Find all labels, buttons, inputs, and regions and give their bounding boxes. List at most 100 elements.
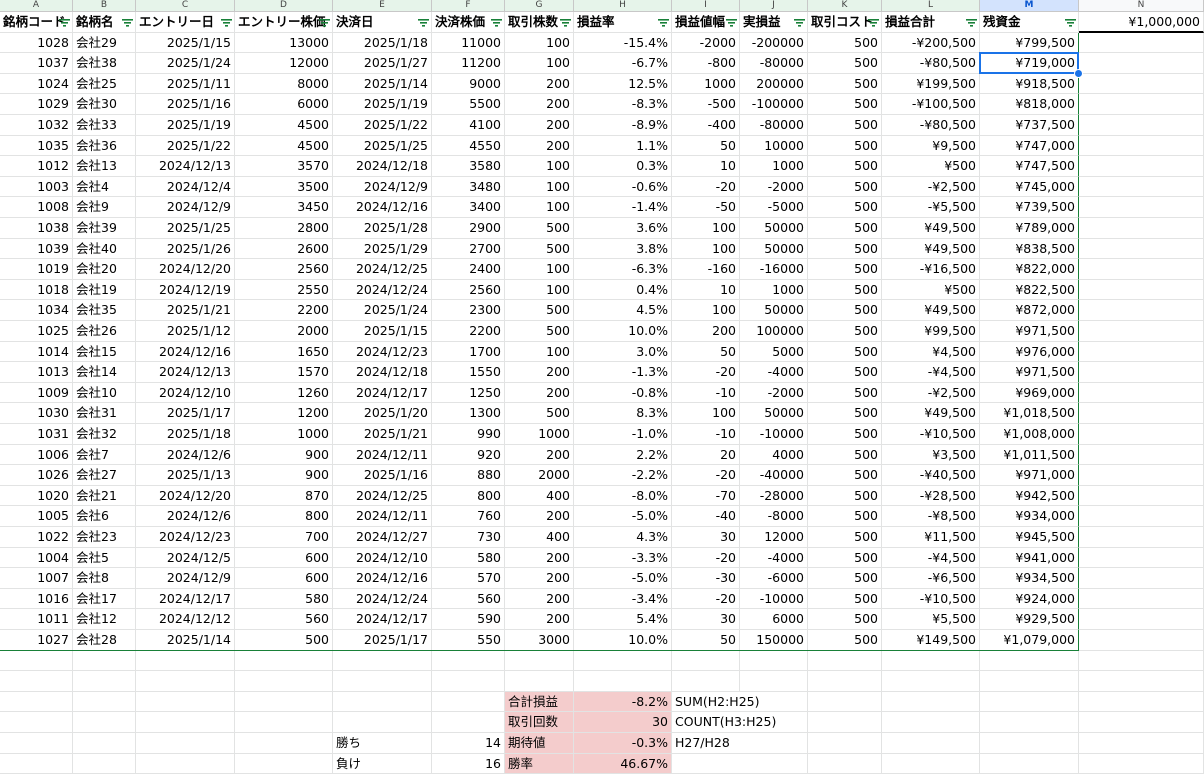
table-cell[interactable]: 500 [808, 547, 882, 569]
table-cell[interactable]: 2.2% [574, 444, 672, 466]
table-cell[interactable]: 会社28 [73, 630, 136, 651]
table-cell[interactable]: ¥918,500 [980, 73, 1079, 95]
table-cell[interactable]: 2400 [432, 259, 505, 280]
table-cell[interactable]: ¥747,000 [980, 135, 1079, 157]
table-cell[interactable]: 2025/1/19 [333, 94, 432, 115]
empty-cell[interactable] [980, 671, 1079, 692]
table-cell[interactable]: 2025/1/18 [333, 32, 432, 54]
summary-formula[interactable]: COUNT(H3:H25) [672, 712, 808, 733]
table-cell[interactable]: -3.3% [574, 547, 672, 569]
table-cell[interactable]: -0.6% [574, 176, 672, 198]
empty-cell[interactable] [73, 753, 136, 775]
table-cell[interactable]: 500 [808, 609, 882, 630]
table-cell[interactable]: -4000 [740, 362, 808, 383]
empty-cell[interactable] [235, 650, 333, 672]
table-cell[interactable]: ¥149,500 [882, 630, 980, 651]
summary-label[interactable]: 勝率 [505, 753, 574, 775]
filter-icon[interactable] [868, 18, 879, 27]
table-cell[interactable]: 2560 [235, 259, 333, 280]
table-cell[interactable]: 550 [432, 630, 505, 651]
empty-cell[interactable] [980, 712, 1079, 733]
table-header-K[interactable]: 取引コスト [808, 12, 882, 33]
table-cell[interactable]: 1028 [0, 32, 73, 54]
table-cell[interactable]: 1020 [0, 485, 73, 507]
empty-cell[interactable] [808, 753, 882, 775]
table-cell[interactable]: 2000 [235, 321, 333, 342]
table-cell[interactable]: -¥80,500 [882, 53, 980, 74]
table-cell[interactable]: -6000 [740, 568, 808, 589]
empty-cell[interactable] [0, 712, 73, 733]
table-header-I[interactable]: 損益値幅 [672, 12, 740, 33]
table-cell[interactable]: -80000 [740, 53, 808, 74]
empty-cell[interactable] [136, 671, 235, 692]
table-cell[interactable]: 100000 [740, 321, 808, 342]
table-cell[interactable]: 200 [672, 321, 740, 342]
empty-cell[interactable] [672, 650, 740, 672]
table-cell[interactable]: 2024/12/13 [136, 362, 235, 383]
table-cell[interactable]: 400 [505, 485, 574, 507]
empty-cell[interactable] [1079, 73, 1204, 95]
empty-cell[interactable] [432, 691, 505, 713]
empty-cell[interactable] [808, 733, 882, 754]
table-cell[interactable]: ¥945,500 [980, 527, 1079, 548]
table-cell[interactable]: -¥6,500 [882, 568, 980, 589]
table-cell[interactable]: 12000 [235, 53, 333, 74]
table-cell[interactable]: ¥1,079,000 [980, 630, 1079, 651]
table-cell[interactable]: 6000 [740, 609, 808, 630]
table-cell[interactable]: ¥11,500 [882, 527, 980, 548]
table-cell[interactable]: 3480 [432, 176, 505, 198]
table-cell[interactable]: 10 [672, 156, 740, 177]
table-cell[interactable]: 1026 [0, 465, 73, 486]
table-cell[interactable]: 560 [432, 588, 505, 610]
empty-cell[interactable] [574, 671, 672, 692]
empty-cell[interactable] [1079, 341, 1204, 363]
table-cell[interactable]: 10.0% [574, 630, 672, 651]
table-cell[interactable]: 2024/12/4 [136, 176, 235, 198]
empty-cell[interactable] [235, 753, 333, 775]
spreadsheet-grid[interactable]: A B C D E F G H I J K L M N 銘柄コード 銘柄名 エントリー日 エントリー株価 決済日 決済… [0, 0, 1204, 781]
table-cell[interactable]: 500 [808, 403, 882, 424]
empty-cell[interactable] [1079, 32, 1204, 54]
table-cell[interactable]: ¥500 [882, 156, 980, 177]
table-header-L[interactable]: 損益合計 [882, 12, 980, 33]
table-cell[interactable]: -20 [672, 547, 740, 569]
table-cell[interactable]: 9000 [432, 73, 505, 95]
table-cell[interactable]: 2024/12/5 [136, 547, 235, 569]
empty-cell[interactable] [980, 650, 1079, 672]
table-cell[interactable]: 2025/1/19 [136, 115, 235, 136]
filter-icon[interactable] [319, 18, 330, 27]
table-cell[interactable]: 2024/12/17 [136, 588, 235, 610]
table-cell[interactable]: 500 [808, 424, 882, 445]
table-cell[interactable]: 会社4 [73, 176, 136, 198]
table-cell[interactable]: 50000 [740, 300, 808, 321]
table-cell[interactable]: 50000 [740, 238, 808, 260]
table-cell[interactable]: 2025/1/14 [136, 630, 235, 651]
table-cell[interactable]: 200 [505, 547, 574, 569]
table-cell[interactable]: 5500 [432, 94, 505, 115]
table-cell[interactable]: 920 [432, 444, 505, 466]
table-cell[interactable]: -200000 [740, 32, 808, 54]
empty-cell[interactable] [1079, 238, 1204, 260]
table-cell[interactable]: ¥739,500 [980, 197, 1079, 218]
table-cell[interactable]: ¥934,500 [980, 568, 1079, 589]
table-cell[interactable]: 1035 [0, 135, 73, 157]
table-header-H[interactable]: 損益率 [574, 12, 672, 33]
table-header-G[interactable]: 取引株数 [505, 12, 574, 33]
table-cell[interactable]: 2024/12/19 [136, 279, 235, 301]
empty-cell[interactable] [1079, 279, 1204, 301]
table-cell[interactable]: 2025/1/25 [333, 135, 432, 157]
table-cell[interactable]: 会社7 [73, 444, 136, 466]
table-cell[interactable]: 500 [808, 135, 882, 157]
table-cell[interactable]: 2024/12/17 [333, 609, 432, 630]
table-cell[interactable]: 1025 [0, 321, 73, 342]
table-cell[interactable]: 20 [672, 444, 740, 466]
table-cell[interactable]: 1008 [0, 197, 73, 218]
summary-formula[interactable]: H27/H28 [672, 733, 808, 754]
column-header-L[interactable]: L [882, 0, 980, 12]
table-cell[interactable]: 2000 [505, 465, 574, 486]
empty-cell[interactable] [0, 650, 73, 672]
filter-icon[interactable] [59, 18, 70, 27]
table-cell[interactable]: 200 [505, 135, 574, 157]
table-cell[interactable]: ¥5,500 [882, 609, 980, 630]
table-cell[interactable]: -¥2,500 [882, 176, 980, 198]
